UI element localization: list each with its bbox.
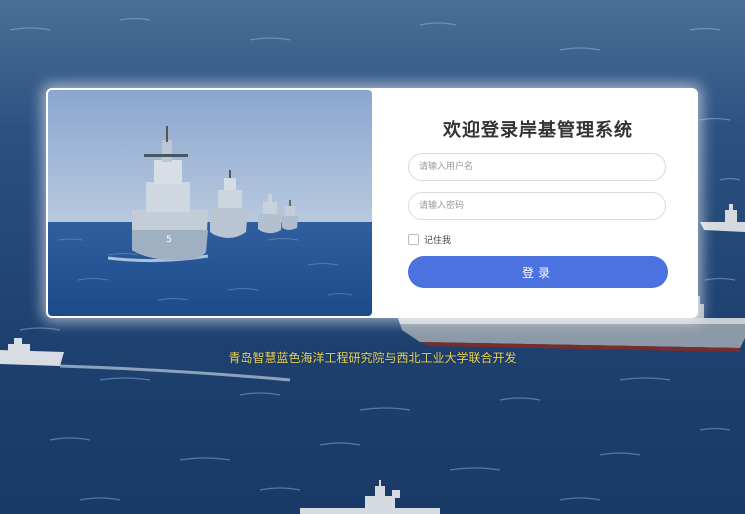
svg-text:5: 5 (166, 235, 172, 245)
warship-photo: 5 (48, 90, 372, 316)
remember-label: 记住我 (424, 235, 452, 246)
username-field[interactable] (408, 153, 666, 181)
password-field[interactable] (408, 192, 666, 220)
password-input[interactable] (419, 193, 649, 219)
login-button[interactable]: 登录 (408, 256, 668, 288)
username-input[interactable] (419, 154, 649, 180)
login-form: 欢迎登录岸基管理系统 记住我 登录 (408, 88, 668, 318)
remember-me[interactable]: 记住我 (408, 233, 452, 246)
login-title: 欢迎登录岸基管理系统 (443, 120, 633, 141)
remember-checkbox[interactable] (408, 233, 419, 245)
footer-credit: 青岛智慧蓝色海洋工程研究院与西北工业大学联合开发 (228, 351, 517, 365)
login-card: 5 欢迎登录岸基管理系统 请输入用户名 记住我 登录 (46, 88, 698, 318)
